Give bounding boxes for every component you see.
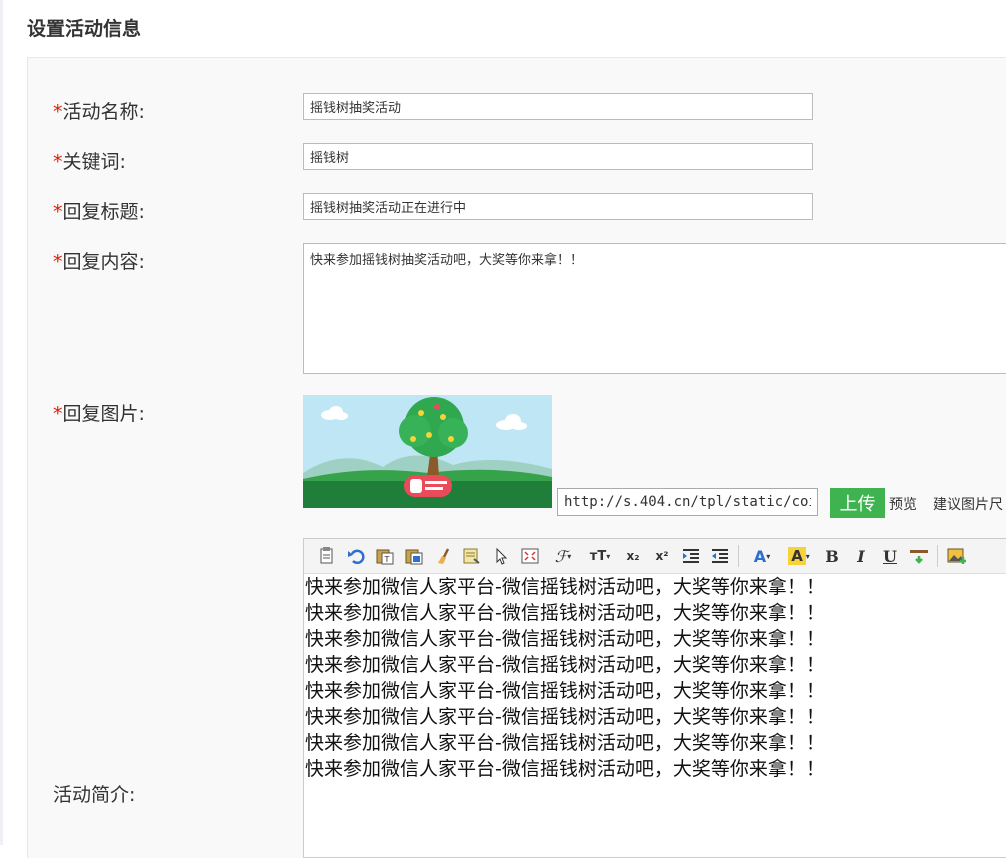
editor-line: 快来参加微信人家平台-微信摇钱树活动吧，大奖等你来拿！！ bbox=[305, 680, 825, 702]
editor-line: 快来参加微信人家平台-微信摇钱树活动吧，大奖等你来拿！！ bbox=[305, 576, 825, 598]
required-mark: * bbox=[53, 201, 63, 223]
superscript-icon[interactable]: x² bbox=[651, 545, 673, 567]
editor-line: 快来参加微信人家平台-微信摇钱树活动吧，大奖等你来拿！！ bbox=[305, 628, 825, 650]
paste-word-icon[interactable] bbox=[403, 545, 425, 567]
editor-line: 快来参加微信人家平台-微信摇钱树活动吧，大奖等你来拿！！ bbox=[305, 758, 825, 780]
page-title: 设置活动信息 bbox=[27, 18, 142, 40]
italic-icon[interactable]: I bbox=[850, 545, 872, 567]
editor-line: 快来参加微信人家平台-微信摇钱树活动吧，大奖等你来拿！！ bbox=[305, 654, 825, 676]
upload-button[interactable]: 上传 bbox=[830, 488, 885, 518]
keyword-input[interactable] bbox=[303, 143, 813, 170]
font-size-icon[interactable]: тT ▾ bbox=[585, 545, 615, 567]
image-size-hint: 建议图片尺 bbox=[933, 497, 1003, 513]
select-all-icon[interactable] bbox=[490, 545, 512, 567]
svg-text:T: T bbox=[384, 555, 390, 564]
outdent-icon[interactable] bbox=[709, 545, 731, 567]
required-mark: * bbox=[53, 251, 63, 273]
font-family-icon[interactable]: ℱ ▾ bbox=[548, 545, 578, 567]
editor-line: 快来参加微信人家平台-微信摇钱树活动吧，大奖等你来拿！！ bbox=[305, 602, 825, 624]
required-mark: * bbox=[53, 101, 63, 123]
paste-text-icon[interactable]: T bbox=[374, 545, 396, 567]
activity-name-label: *活动名称: bbox=[53, 101, 145, 123]
preview-link[interactable]: 预览 bbox=[889, 494, 917, 514]
money-tree-illustration bbox=[303, 395, 552, 508]
image-url-input[interactable] bbox=[557, 488, 818, 516]
activity-name-input[interactable] bbox=[303, 93, 813, 120]
activity-intro-label: 活动简介: bbox=[53, 784, 136, 806]
background-color-icon[interactable]: A ▾ bbox=[784, 545, 814, 567]
indent-icon[interactable] bbox=[680, 545, 702, 567]
reply-image-label: *回复图片: bbox=[53, 403, 145, 425]
editor-toolbar: T ℱ ▾ тT ▾ x₂ x² A ▾ A ▾ B I U bbox=[304, 539, 1006, 574]
fullscreen-icon[interactable] bbox=[519, 545, 541, 567]
reply-content-label: *回复内容: bbox=[53, 251, 145, 273]
keyword-label: *关键词: bbox=[53, 151, 126, 173]
reply-title-input[interactable] bbox=[303, 193, 813, 220]
undo-icon[interactable] bbox=[345, 545, 367, 567]
horizontal-line-icon[interactable] bbox=[908, 545, 930, 567]
insert-image-icon[interactable] bbox=[946, 545, 968, 567]
bold-icon[interactable]: B bbox=[821, 545, 843, 567]
reply-content-textarea[interactable]: 快来参加摇钱树抽奖活动吧，大奖等你来拿！！ bbox=[303, 243, 1006, 374]
font-color-icon[interactable]: A ▾ bbox=[747, 545, 777, 567]
reply-title-label: *回复标题: bbox=[53, 201, 145, 223]
toolbar-separator bbox=[937, 545, 938, 567]
editor-line: 快来参加微信人家平台-微信摇钱树活动吧，大奖等你来拿！！ bbox=[305, 732, 825, 754]
required-mark: * bbox=[53, 403, 63, 425]
source-icon[interactable] bbox=[316, 545, 338, 567]
subscript-icon[interactable]: x₂ bbox=[622, 545, 644, 567]
clear-format-icon[interactable] bbox=[432, 545, 454, 567]
required-mark: * bbox=[53, 151, 63, 173]
editor-line: 快来参加微信人家平台-微信摇钱树活动吧，大奖等你来拿！！ bbox=[305, 706, 825, 728]
format-painter-icon[interactable] bbox=[461, 545, 483, 567]
underline-icon[interactable]: U bbox=[879, 545, 901, 567]
toolbar-separator bbox=[738, 545, 739, 567]
rich-text-editor: T ℱ ▾ тT ▾ x₂ x² A ▾ A ▾ B I U 快来参加微信人家平… bbox=[303, 538, 1006, 858]
left-border bbox=[0, 0, 3, 845]
reply-image-preview bbox=[303, 395, 552, 508]
editor-content[interactable]: 快来参加微信人家平台-微信摇钱树活动吧，大奖等你来拿！！ 快来参加微信人家平台-微… bbox=[304, 574, 1006, 782]
